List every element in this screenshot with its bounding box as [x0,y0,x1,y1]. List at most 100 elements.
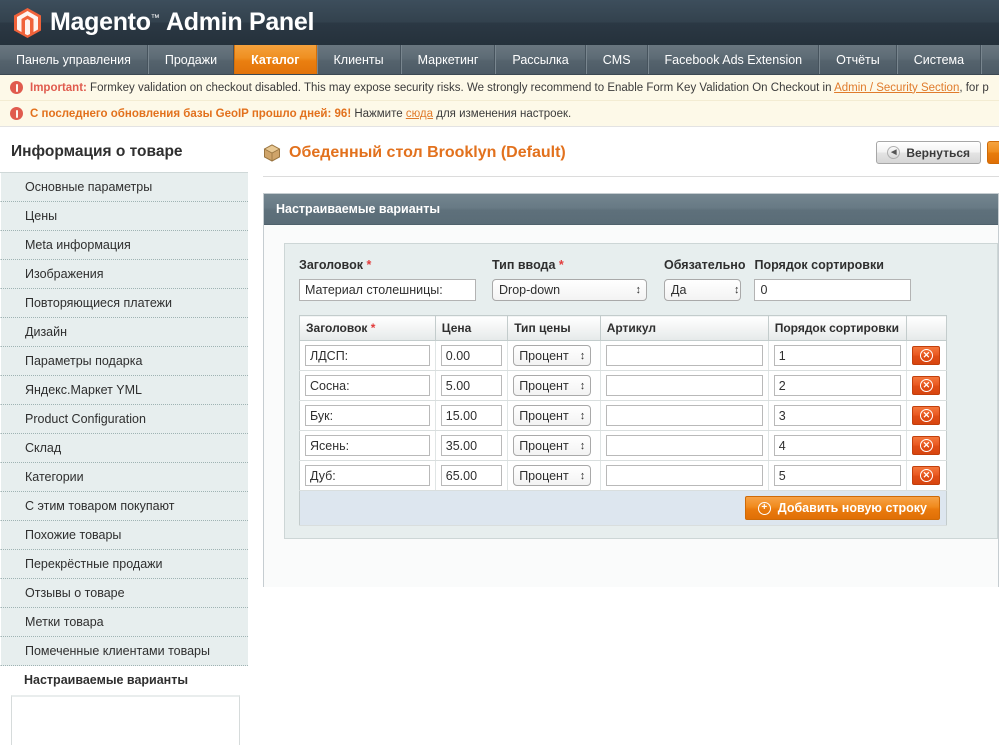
sidebar-item-images[interactable]: Изображения [0,260,248,289]
nav-item-facebook-ads-extension[interactable]: Facebook Ads Extension [647,45,820,74]
cell-sku [600,370,769,401]
value-sort-order-input[interactable] [773,405,901,426]
notification-formkey: Important: Formkey validation on checkou… [0,75,999,101]
value-sort-order-input[interactable] [773,435,901,456]
sidebar-item-product-configuration[interactable]: Product Configuration [0,405,248,434]
value-price-input[interactable] [440,405,503,426]
delete-circle-icon: ✕ [919,409,933,422]
value-price-type-select-wrap: Процент [513,375,592,396]
value-sort-order-input[interactable] [773,345,901,366]
option-title-input[interactable] [299,279,476,301]
option-input-type-select[interactable]: Drop-down [492,279,647,301]
value-title-input[interactable] [305,465,430,486]
delete-row-button[interactable]: ✕ [912,436,941,455]
nav-item-sales[interactable]: Продажи [147,45,235,74]
sidebar-item-related-products[interactable]: Похожие товары [0,521,248,550]
notification-geoip: С последнего обновления базы GeoIP прошл… [0,101,999,127]
app-title: Magento™ Admin Panel [50,8,314,37]
value-price-type-select[interactable]: Процент [513,345,592,366]
admin-security-section-link[interactable]: Admin / Security Section [834,82,959,94]
required-marker: * [558,258,564,272]
option-title-field: Заголовок * [299,258,476,301]
delete-row-button[interactable]: ✕ [912,466,941,485]
value-price-type-select[interactable]: Процент [513,375,592,396]
sidebar-item-product-reviews[interactable]: Отзывы о товаре [0,579,248,608]
geoip-settings-link[interactable]: сюда [406,108,433,120]
option-required-select[interactable]: Да [664,279,741,301]
sidebar-item-recurring-profile[interactable]: Повторяющиеся платежи [0,289,248,318]
back-button[interactable]: ◀ Вернуться [876,141,981,164]
cell-title [299,430,436,461]
option-sort-order-input[interactable] [754,279,912,301]
value-price-type-select[interactable]: Процент [513,435,592,456]
brand-name: Magento [50,8,151,36]
nav-item-customers[interactable]: Клиенты [316,45,401,74]
primary-action-button-partial[interactable] [987,141,999,164]
nav-item-cms[interactable]: CMS [585,45,648,74]
value-price-type-select[interactable]: Процент [513,465,592,486]
value-price-input[interactable] [440,345,503,366]
value-sort-order-input[interactable] [773,465,901,486]
value-sku-input[interactable] [605,465,763,486]
sidebar-item-inventory[interactable]: Склад [0,434,248,463]
table-row: Процент ✕ [299,400,947,431]
nav-item-catalog[interactable]: Каталог [234,45,317,74]
value-title-input[interactable] [305,375,430,396]
value-sku-input[interactable] [605,375,763,396]
add-new-row-button[interactable]: + Добавить новую строку [744,496,940,520]
value-title-input[interactable] [305,405,430,426]
value-price-type-select[interactable]: Процент [513,405,592,426]
nav-item-marketing[interactable]: Маркетинг [400,45,496,74]
value-sort-order-input[interactable] [773,375,901,396]
value-price-type-select-wrap: Процент [513,405,592,426]
column-header-price-type: Тип цены [507,315,601,341]
value-price-type-select-wrap: Процент [513,465,592,486]
cell-title [299,370,436,401]
value-sku-input[interactable] [605,405,763,426]
column-header-title: Заголовок * [299,315,436,341]
value-sku-input[interactable] [605,435,763,456]
value-price-input[interactable] [440,375,503,396]
product-information-sidebar: Информация о товаре Основные параметры Ц… [0,127,248,745]
sidebar-item-cross-sells[interactable]: Перекрёстные продажи [0,550,248,579]
delete-row-button[interactable]: ✕ [912,376,941,395]
nav-spacer [981,45,999,74]
cell-sku [600,430,769,461]
sidebar-item-meta-information[interactable]: Meta информация [0,231,248,260]
delete-row-button[interactable]: ✕ [912,346,941,365]
nav-item-dashboard[interactable]: Панель управления [0,45,148,74]
delete-row-button[interactable]: ✕ [912,406,941,425]
cell-sku [600,400,769,431]
option-title-label: Заголовок * [299,258,476,272]
panel-body: Заголовок * Тип ввода * Drop-down [264,225,998,557]
sidebar-item-up-sells[interactable]: С этим товаром покупают [0,492,248,521]
cell-sort-order [768,460,907,491]
sidebar-item-general[interactable]: Основные параметры [0,173,248,202]
nav-item-system[interactable]: Система [896,45,982,74]
sidebar-item-customers-tagged-product[interactable]: Помеченные клиентами товары [0,637,248,666]
sidebar-item-custom-options[interactable]: Настраиваемые варианты [0,666,248,695]
cell-title [299,340,436,371]
nav-item-newsletter[interactable]: Рассылка [495,45,586,74]
column-header-title-text: Заголовок [306,321,368,335]
sidebar-item-yandex-market-yml[interactable]: Яндекс.Маркет YML [0,376,248,405]
value-title-input[interactable] [305,435,430,456]
value-sku-input[interactable] [605,345,763,366]
option-fields-row: Заголовок * Тип ввода * Drop-down [299,258,997,301]
sidebar-item-prices[interactable]: Цены [0,202,248,231]
content-header: Обеденный стол Brooklyn (Default) ◀ Верн… [263,127,999,177]
table-row: Процент ✕ [299,460,947,491]
value-title-input[interactable] [305,345,430,366]
value-price-input[interactable] [440,435,503,456]
value-price-input[interactable] [440,465,503,486]
sidebar-item-design[interactable]: Дизайн [0,318,248,347]
cell-delete: ✕ [906,460,947,491]
sidebar-item-categories[interactable]: Категории [0,463,248,492]
back-arrow-icon: ◀ [887,146,901,159]
nav-item-reports[interactable]: Отчёты [819,45,897,74]
app-header: Magento™ Admin Panel [0,0,999,45]
sidebar-item-product-tags[interactable]: Метки товара [0,608,248,637]
cell-sort-order [768,400,907,431]
sidebar-item-gift-options[interactable]: Параметры подарка [0,347,248,376]
panel-title: Настраиваемые варианты [264,194,998,225]
